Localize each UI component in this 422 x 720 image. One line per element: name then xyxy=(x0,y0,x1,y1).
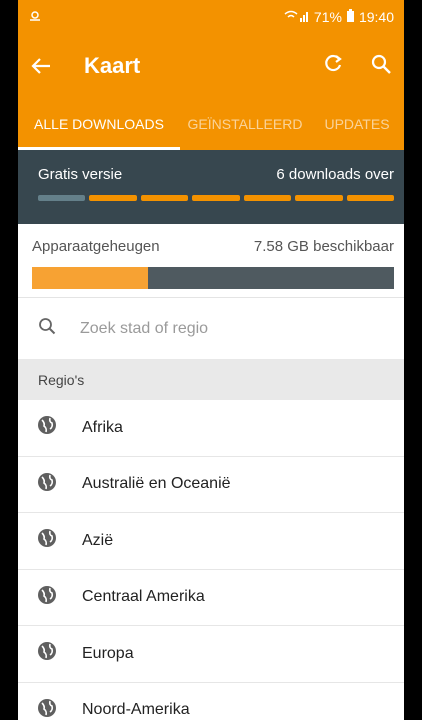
back-arrow-icon[interactable] xyxy=(30,55,70,77)
globe-icon xyxy=(36,584,58,611)
list-item[interactable]: Europa xyxy=(18,626,404,683)
storage-panel: Apparaatgeheugen 7.58 GB beschikbaar xyxy=(18,224,404,298)
section-header-regions: Regio's xyxy=(18,360,404,400)
storage-available: 7.58 GB beschikbaar xyxy=(253,238,394,255)
segment-available xyxy=(192,195,240,201)
segment-available xyxy=(140,195,189,201)
segment-available xyxy=(346,195,394,201)
list-item[interactable]: Australië en Oceanië xyxy=(18,457,404,513)
app-bar-actions xyxy=(322,53,392,80)
app-bar: Kaart xyxy=(18,34,404,98)
region-list: Afrika Australië en Oceanië Azië Centraa… xyxy=(18,400,404,720)
search-icon xyxy=(38,317,56,340)
refresh-icon[interactable] xyxy=(322,53,344,80)
globe-icon xyxy=(36,697,58,720)
battery-percent: 71% xyxy=(313,9,342,25)
app-screen: 71% 19:40 Kaart ALLE DOWNLOADS GEÏNSTALL… xyxy=(18,0,404,720)
tab-bar: ALLE DOWNLOADS GEÏNSTALLEERD UPDATES xyxy=(18,98,404,150)
segment-available xyxy=(89,195,137,201)
list-item[interactable]: Centraal Amerika xyxy=(18,570,404,626)
region-label: Australië en Oceanië xyxy=(82,475,231,493)
search-input[interactable]: Zoek stad of regio xyxy=(80,320,208,338)
list-item[interactable]: Afrika xyxy=(18,400,404,457)
region-label: Afrika xyxy=(82,418,123,436)
status-bar: 71% 19:40 xyxy=(18,0,404,34)
tab-geinstalleerd[interactable]: GEÏNSTALLEERD xyxy=(180,98,310,150)
clock-time: 19:40 xyxy=(358,9,394,25)
segment-available xyxy=(295,195,343,201)
wifi-signal-icon xyxy=(284,9,310,26)
globe-icon xyxy=(36,640,58,667)
region-label: Centraal Amerika xyxy=(82,588,205,606)
region-label: Europa xyxy=(82,644,134,662)
search-field[interactable]: Zoek stad of regio xyxy=(18,298,404,360)
segment-available xyxy=(243,195,292,201)
storage-bar xyxy=(32,267,394,289)
storage-bar-fill xyxy=(32,267,148,289)
globe-icon xyxy=(36,527,58,554)
globe-icon xyxy=(36,471,58,498)
location-pin-icon xyxy=(28,9,42,26)
downloads-segment-bar xyxy=(38,195,394,201)
storage-label: Apparaatgeheugen xyxy=(32,238,160,255)
version-label: Gratis versie xyxy=(38,166,123,183)
status-indicators: 71% 19:40 xyxy=(284,8,394,26)
list-item[interactable]: Azië xyxy=(18,513,404,570)
list-item[interactable]: Noord-Amerika xyxy=(18,683,404,720)
region-label: Azië xyxy=(82,531,114,549)
search-icon[interactable] xyxy=(370,53,392,80)
downloads-left: 6 downloads over xyxy=(276,166,394,183)
version-panel: Gratis versie 6 downloads over xyxy=(18,150,404,224)
region-label: Noord-Amerika xyxy=(82,701,190,719)
tab-updates[interactable]: UPDATES xyxy=(310,98,404,150)
segment-used xyxy=(38,195,86,201)
globe-icon xyxy=(36,414,58,441)
battery-icon xyxy=(346,8,355,26)
page-title: Kaart xyxy=(84,53,141,78)
tab-alle-downloads[interactable]: ALLE DOWNLOADS xyxy=(18,98,180,150)
